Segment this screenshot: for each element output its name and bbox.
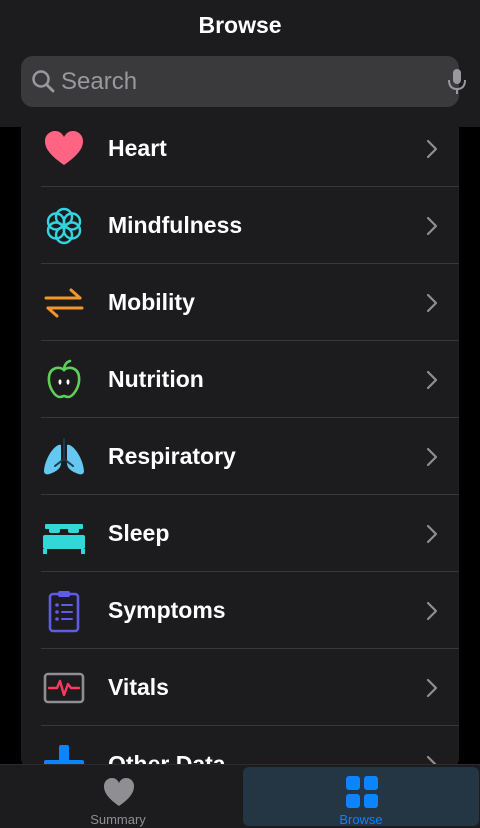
search-icon — [32, 70, 55, 93]
chevron-right-icon — [426, 216, 438, 236]
category-list: Heart Mindfulness Mobility Nutrition Res… — [21, 110, 459, 770]
header: Browse — [0, 0, 480, 127]
category-row-mindfulness[interactable]: Mindfulness — [21, 187, 459, 264]
chevron-right-icon — [426, 447, 438, 467]
category-label: Mindfulness — [108, 212, 243, 238]
category-row-symptoms[interactable]: Symptoms — [21, 572, 459, 649]
chevron-right-icon — [426, 524, 438, 544]
heart-icon — [45, 131, 83, 165]
tab-bar: Summary Browse — [0, 764, 480, 828]
heart-icon — [104, 778, 134, 806]
page-title: Browse — [198, 12, 282, 38]
clipboard-icon — [48, 591, 80, 633]
category-label: Nutrition — [108, 366, 204, 392]
bed-icon — [43, 524, 85, 554]
mobility-arrows-icon — [44, 288, 84, 318]
vitals-monitor-icon — [43, 672, 85, 704]
chevron-right-icon — [426, 139, 438, 159]
category-label: Mobility — [108, 289, 195, 315]
chevron-right-icon — [426, 293, 438, 313]
category-label: Vitals — [108, 674, 169, 700]
grid-icon — [346, 776, 378, 808]
lungs-icon — [44, 438, 84, 475]
chevron-right-icon — [426, 678, 438, 698]
category-row-mobility[interactable]: Mobility — [21, 264, 459, 341]
category-row-sleep[interactable]: Sleep — [21, 495, 459, 572]
category-label: Respiratory — [108, 443, 236, 469]
category-row-respiratory[interactable]: Respiratory — [21, 418, 459, 495]
tab-label: Summary — [90, 812, 146, 827]
category-label: Sleep — [108, 520, 170, 546]
tab-label: Browse — [339, 812, 383, 827]
tab-summary[interactable]: Summary — [0, 767, 236, 827]
search-bar[interactable] — [21, 56, 466, 107]
category-row-vitals[interactable]: Vitals — [21, 649, 459, 726]
search-input[interactable] — [61, 56, 421, 107]
chevron-right-icon — [426, 370, 438, 390]
category-row-nutrition[interactable]: Nutrition — [21, 341, 459, 418]
mindfulness-icon — [46, 207, 82, 245]
chevron-right-icon — [426, 601, 438, 621]
tab-browse[interactable]: Browse — [243, 767, 479, 827]
apple-icon — [47, 359, 81, 399]
microphone-icon[interactable] — [447, 68, 467, 96]
category-label: Symptoms — [108, 597, 226, 623]
